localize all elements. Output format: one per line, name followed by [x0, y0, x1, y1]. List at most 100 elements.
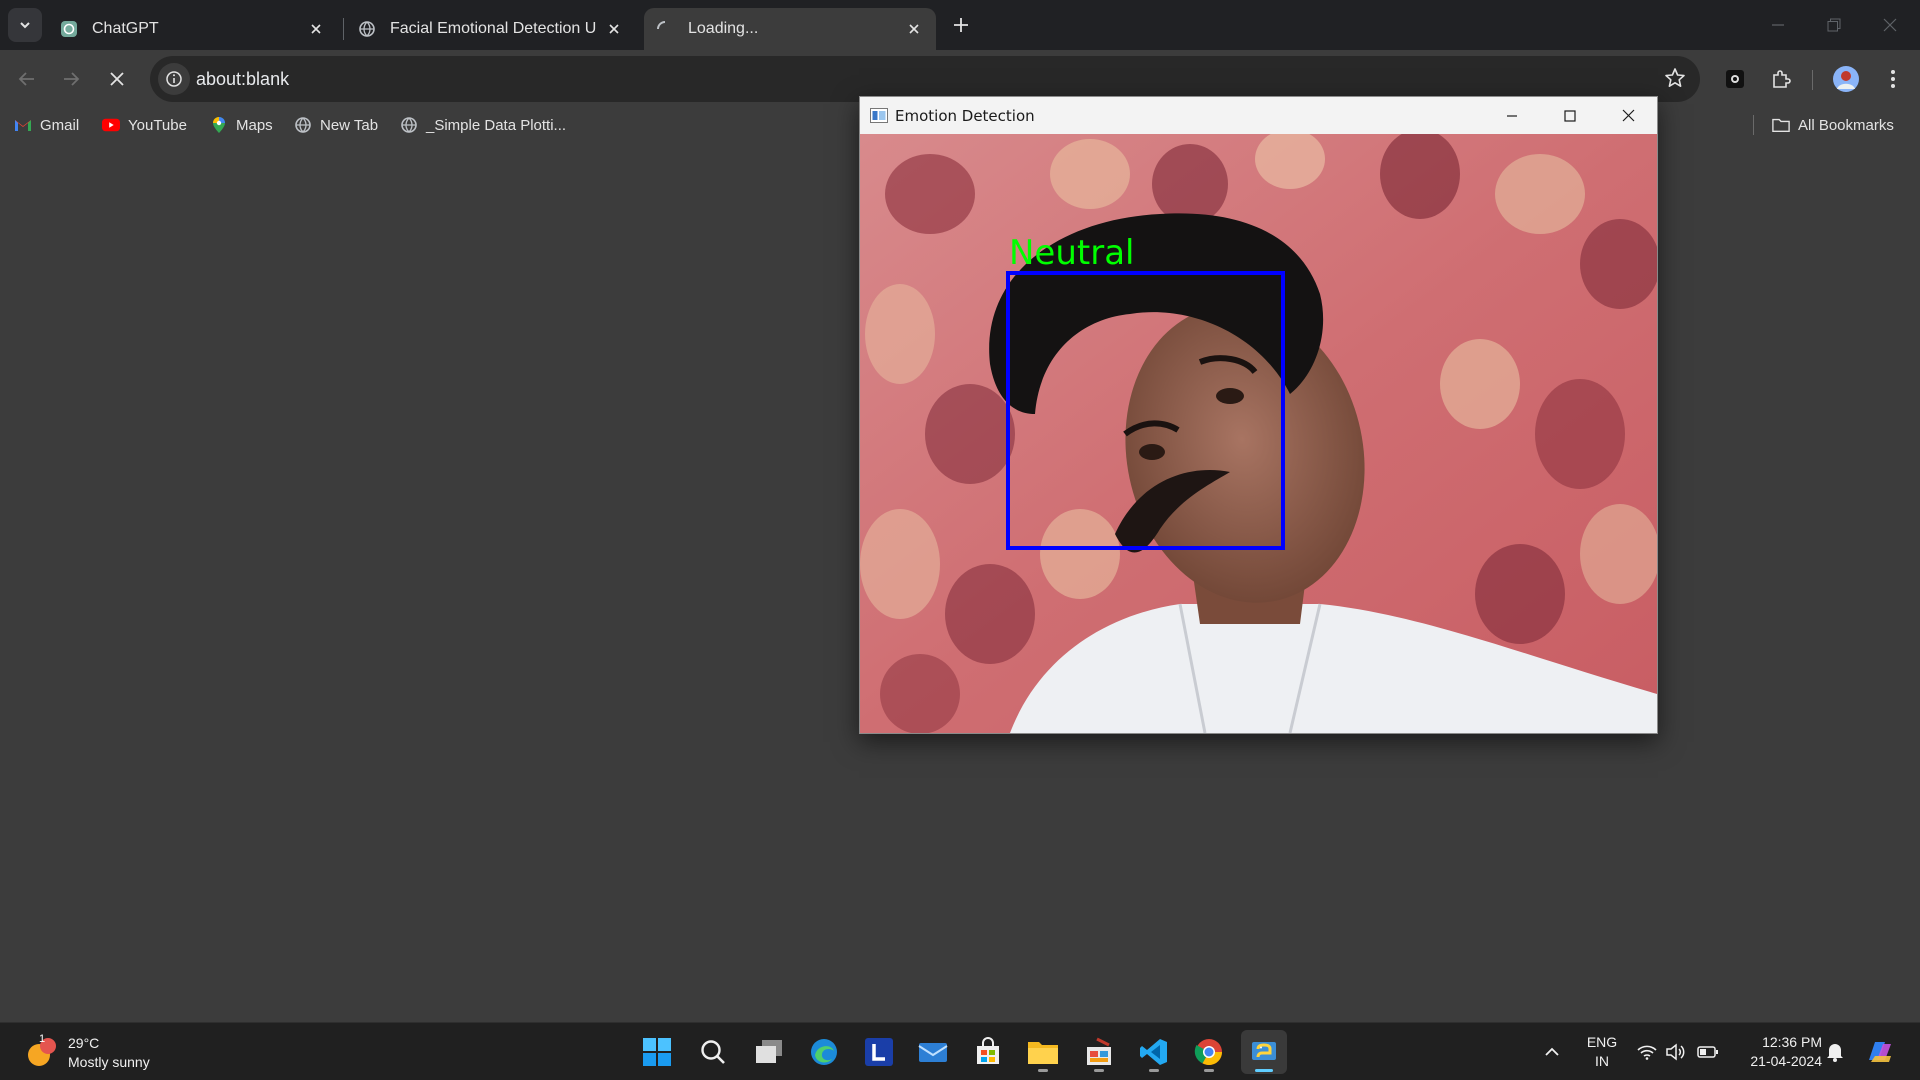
- restore-button[interactable]: [1806, 0, 1862, 50]
- right-eye: [1216, 388, 1244, 404]
- emotion-label: Neutral: [1009, 233, 1135, 273]
- running-indicator: [1149, 1069, 1159, 1072]
- emotion-detection-window[interactable]: Emotion Detection Neutral: [859, 96, 1658, 734]
- active-indicator: [1255, 1069, 1273, 1072]
- system-clock[interactable]: 12:36 PM 21-04-2024: [1732, 1033, 1822, 1071]
- window-title: Emotion Detection: [895, 107, 1035, 125]
- extensions-puzzle-icon[interactable]: [1764, 62, 1798, 96]
- bookmark-new-tab[interactable]: New Tab: [294, 112, 378, 138]
- copilot-icon: [1869, 1042, 1891, 1062]
- window-titlebar[interactable]: Emotion Detection: [860, 97, 1657, 134]
- speaker-icon: [1666, 1043, 1685, 1061]
- bookmark-gmail[interactable]: Gmail: [14, 112, 79, 138]
- python-icon: [1252, 1042, 1276, 1060]
- taskbar-vscode[interactable]: [1131, 1030, 1177, 1074]
- globe-icon: [294, 116, 312, 134]
- taskbar-chrome[interactable]: [1186, 1030, 1232, 1074]
- taskbar-l-app[interactable]: [856, 1030, 902, 1074]
- taskbar-file-explorer[interactable]: [1020, 1030, 1066, 1074]
- window-minimize-button[interactable]: [1483, 97, 1541, 134]
- bookmark-label: Gmail: [40, 116, 80, 134]
- toolbar-divider: [1812, 70, 1813, 90]
- show-hidden-icons-button[interactable]: [1540, 1031, 1564, 1073]
- bookmark-maps[interactable]: Maps: [210, 112, 273, 138]
- window-app-icon: [870, 108, 888, 123]
- chevron-up-icon: [1545, 1047, 1559, 1056]
- close-tab-icon[interactable]: [604, 19, 624, 39]
- tab-divider: [343, 18, 344, 40]
- weather-condition: Mostly sunny: [68, 1054, 150, 1070]
- running-indicator: [1204, 1069, 1214, 1072]
- bookmark-label: _Simple Data Plotti...: [426, 116, 567, 134]
- restore-icon: [1827, 18, 1841, 32]
- back-button[interactable]: [8, 60, 46, 98]
- stop-loading-button[interactable]: [98, 60, 136, 98]
- clock-date: 21-04-2024: [1750, 1053, 1822, 1069]
- weather-text: 29°C Mostly sunny: [68, 1034, 150, 1072]
- taskbar-search-button[interactable]: [690, 1030, 736, 1074]
- bookmark-youtube[interactable]: YouTube: [102, 112, 187, 138]
- notifications-button[interactable]: [1824, 1031, 1846, 1073]
- running-indicator: [1038, 1069, 1048, 1072]
- taskbar-python[interactable]: [1241, 1030, 1287, 1074]
- tab-title: Facial Emotional Detection Usi: [390, 20, 596, 37]
- more-menu-icon[interactable]: [1876, 62, 1910, 96]
- site-info-icon[interactable]: [158, 63, 190, 95]
- forward-button[interactable]: [52, 60, 90, 98]
- bookmark-label: Maps: [236, 116, 273, 134]
- minimize-icon: [1772, 24, 1784, 26]
- profile-avatar[interactable]: [1829, 62, 1863, 96]
- chevron-down-icon: [20, 22, 30, 29]
- maximize-icon: [1564, 109, 1576, 122]
- close-tab-icon[interactable]: [306, 19, 326, 39]
- bookmark-label: New Tab: [320, 116, 379, 134]
- window-close-button[interactable]: [1599, 97, 1657, 134]
- task-view-button[interactable]: [746, 1030, 792, 1074]
- new-tab-button[interactable]: [948, 12, 974, 38]
- weather-badge: 1: [39, 1033, 46, 1045]
- plus-icon: [954, 18, 968, 32]
- l-app-icon: [865, 1038, 893, 1066]
- taskbar-store[interactable]: [965, 1030, 1011, 1074]
- close-tab-icon[interactable]: [904, 19, 924, 39]
- tab-search-button[interactable]: [8, 8, 42, 42]
- tab-facial-emotional-detection[interactable]: Facial Emotional Detection Usi: [346, 8, 636, 50]
- webcam-image: Neutral: [860, 134, 1657, 733]
- tab-loading[interactable]: Loading...: [644, 8, 936, 50]
- bookmark-star-icon[interactable]: [1664, 67, 1686, 94]
- bookmark-simple-data-plotting[interactable]: _Simple Data Plotti...: [400, 112, 566, 138]
- chatgpt-icon: [60, 20, 78, 38]
- folder-icon: [1772, 116, 1790, 134]
- left-eye: [1139, 444, 1165, 460]
- window-maximize-button[interactable]: [1541, 97, 1599, 134]
- weather-temp: 29°C: [68, 1035, 100, 1051]
- taskbar-edge[interactable]: [801, 1030, 847, 1074]
- file-explorer-icon: [1028, 1042, 1058, 1064]
- close-icon: [1622, 109, 1634, 122]
- volume-status[interactable]: [1664, 1031, 1686, 1073]
- address-text[interactable]: about:blank: [196, 69, 289, 90]
- region-code: IN: [1595, 1053, 1609, 1069]
- bookmark-label: YouTube: [128, 116, 187, 134]
- windows-start-icon: [643, 1038, 671, 1066]
- copilot-button[interactable]: [1862, 1031, 1898, 1073]
- battery-status[interactable]: [1696, 1031, 1720, 1073]
- store-icon: [977, 1037, 999, 1064]
- language-indicator[interactable]: ENG IN: [1582, 1033, 1622, 1071]
- minimize-button[interactable]: [1750, 0, 1806, 50]
- bell-icon: [1827, 1044, 1843, 1062]
- close-window-button[interactable]: [1862, 0, 1918, 50]
- running-indicator: [1094, 1069, 1104, 1072]
- chrome-icon: [1194, 1039, 1223, 1066]
- taskbar-paint[interactable]: [1076, 1030, 1122, 1074]
- weather-widget[interactable]: 1 29°C Mostly sunny: [24, 1031, 150, 1075]
- bookmark-divider: [1753, 115, 1754, 135]
- wifi-status[interactable]: [1636, 1031, 1658, 1073]
- taskbar-mail[interactable]: [910, 1030, 956, 1074]
- youtube-icon: [102, 116, 120, 134]
- extension-app-icon[interactable]: [1718, 62, 1752, 96]
- all-bookmarks-button[interactable]: All Bookmarks: [1772, 112, 1894, 138]
- tab-chatgpt[interactable]: ChatGPT: [48, 8, 338, 50]
- browser-tab-strip: ChatGPT Facial Emotional Detection Usi L…: [0, 0, 1920, 50]
- start-button[interactable]: [634, 1030, 680, 1074]
